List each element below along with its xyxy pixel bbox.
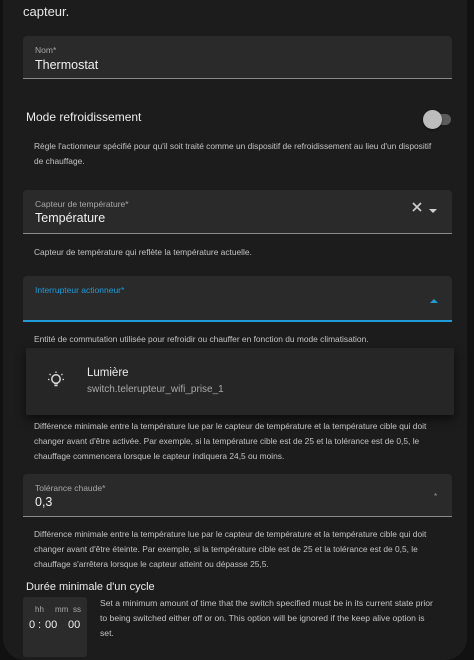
minutes-input[interactable]: 00: [45, 619, 61, 631]
cooling-mode-help: Règle l'actionneur spécifié pour qu'il s…: [34, 141, 432, 166]
lightbulb-icon: [46, 370, 66, 390]
list-item[interactable]: Lumière switch.telerupteur_wifi_prise_1: [26, 348, 454, 415]
hot-tolerance-value[interactable]: 0,3: [35, 495, 52, 509]
option-entity-id: switch.telerupteur_wifi_prise_1: [87, 384, 224, 395]
name-field-label: Nom*: [35, 45, 57, 55]
hot-tolerance-help: Différence minimale entre la température…: [34, 529, 427, 569]
temperature-sensor-help: Capteur de température qui reflète la te…: [34, 247, 252, 257]
hours-input[interactable]: 0: [29, 619, 35, 631]
temperature-sensor-value: Température: [35, 211, 106, 225]
name-field[interactable]: Nom* Thermostat: [23, 36, 452, 79]
time-separator: :: [38, 619, 42, 631]
hot-tolerance-label: Tolérance chaude*: [35, 483, 106, 493]
chevron-up-icon[interactable]: [429, 292, 439, 303]
duration-input: hh mm ss 0 : 00 00: [23, 597, 87, 657]
actuator-options-dropdown: Lumière switch.telerupteur_wifi_prise_1: [26, 348, 454, 415]
hot-tolerance-field[interactable]: Tolérance chaude* 0,3 *: [23, 474, 452, 517]
temperature-sensor-field[interactable]: Capteur de température* Température: [23, 190, 452, 234]
cooling-mode-label: Mode refroidissement: [26, 110, 142, 124]
temperature-sensor-label: Capteur de température*: [35, 199, 129, 209]
actuator-switch-help: Entité de commutation utilisée pour refr…: [34, 334, 369, 344]
min-cycle-title: Durée minimale d'un cycle: [26, 581, 155, 593]
name-field-value: Thermostat: [35, 58, 99, 72]
actuator-switch-field[interactable]: Interrupteur actionneur*: [23, 276, 452, 322]
seconds-unit: ss: [73, 605, 81, 614]
min-cycle-help: Set a minimum amount of time that the sw…: [100, 598, 433, 638]
option-name: Lumière: [87, 367, 129, 379]
seconds-input[interactable]: 00: [68, 619, 80, 631]
clear-icon[interactable]: [410, 200, 424, 214]
cooling-mode-toggle-knob[interactable]: [423, 110, 442, 129]
chevron-down-icon[interactable]: [428, 202, 438, 213]
minutes-unit: mm: [55, 605, 69, 614]
intro-text: capteur.: [23, 4, 70, 19]
config-dialog: capteur. Nom* Thermostat Mode refroidiss…: [3, 0, 467, 660]
required-marker: *: [434, 492, 438, 501]
cold-tolerance-help: Différence minimale entre la température…: [34, 421, 427, 461]
hours-unit: hh: [35, 605, 44, 614]
actuator-switch-label: Interrupteur actionneur*: [35, 285, 125, 295]
